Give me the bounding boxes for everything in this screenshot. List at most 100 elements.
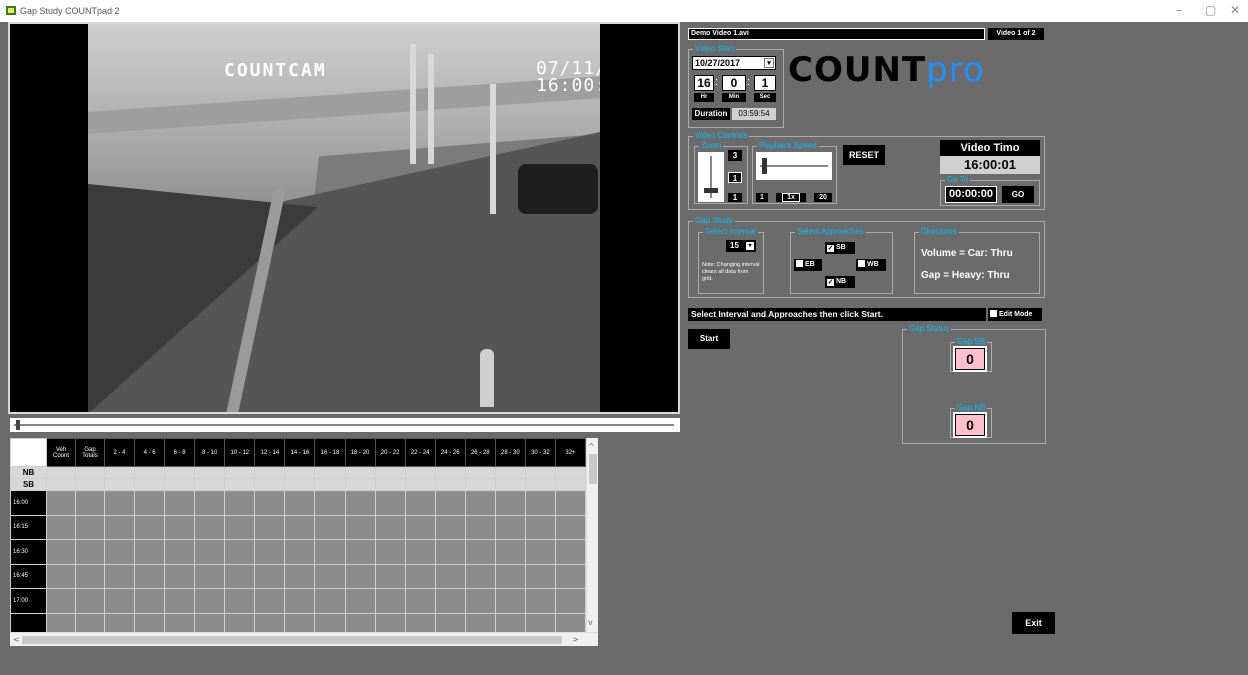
grid-cell[interactable] bbox=[344, 478, 376, 491]
grid-cell[interactable] bbox=[314, 588, 346, 614]
grid-cell[interactable] bbox=[464, 466, 496, 479]
checkbox-icon[interactable] bbox=[796, 260, 803, 267]
grid-cell[interactable] bbox=[46, 588, 76, 614]
grid-cell[interactable] bbox=[464, 588, 496, 614]
start-minute-field[interactable]: 0 bbox=[722, 75, 746, 91]
grid-cell[interactable] bbox=[224, 563, 256, 589]
grid-cell[interactable] bbox=[344, 588, 376, 614]
zoom-slider[interactable] bbox=[698, 152, 724, 202]
grid-cell[interactable] bbox=[224, 588, 256, 614]
start-second-field[interactable]: 1 bbox=[754, 75, 776, 91]
grid-cell[interactable] bbox=[164, 539, 196, 565]
grid-cell[interactable] bbox=[254, 478, 286, 491]
grid-cell[interactable] bbox=[494, 563, 526, 589]
playback-speed-thumb[interactable] bbox=[762, 158, 767, 174]
checkbox-icon[interactable] bbox=[990, 310, 997, 317]
grid-cell[interactable] bbox=[434, 490, 466, 516]
grid-cell[interactable] bbox=[46, 466, 76, 479]
grid-cell[interactable] bbox=[254, 588, 286, 614]
grid-cell[interactable] bbox=[494, 588, 526, 614]
grid-cell[interactable] bbox=[254, 563, 286, 589]
grid-cell[interactable] bbox=[194, 478, 226, 491]
grid-cell[interactable] bbox=[464, 490, 496, 516]
checkbox-icon[interactable]: ✓ bbox=[827, 245, 834, 252]
grid-cell[interactable] bbox=[314, 563, 346, 589]
grid-cell[interactable] bbox=[374, 478, 406, 491]
grid-cell[interactable] bbox=[254, 466, 286, 479]
grid-cell[interactable] bbox=[103, 490, 136, 516]
maximize-button[interactable]: ▢ bbox=[1205, 3, 1216, 17]
grid-cell[interactable] bbox=[224, 539, 256, 565]
grid-cell[interactable] bbox=[103, 514, 136, 540]
grid-cell[interactable] bbox=[284, 539, 316, 565]
grid-cell[interactable] bbox=[284, 514, 316, 540]
grid-cell[interactable] bbox=[134, 539, 166, 565]
reset-button[interactable]: RESET bbox=[843, 145, 885, 165]
edit-mode-checkbox[interactable]: Edit Mode bbox=[988, 308, 1042, 321]
checkbox-icon[interactable]: ✓ bbox=[827, 279, 834, 286]
grid-cell[interactable] bbox=[75, 466, 105, 479]
grid-cell[interactable] bbox=[524, 563, 556, 589]
grid-horizontal-scrollbar[interactable] bbox=[10, 632, 598, 646]
grid-cell[interactable] bbox=[194, 514, 226, 540]
go-button[interactable]: GO bbox=[1002, 186, 1034, 203]
grid-cell[interactable] bbox=[194, 588, 226, 614]
zoom-slider-thumb[interactable] bbox=[704, 188, 718, 193]
grid-cell[interactable] bbox=[434, 539, 466, 565]
grid-cell[interactable] bbox=[464, 478, 496, 491]
grid-cell[interactable] bbox=[314, 478, 346, 491]
grid-cell[interactable] bbox=[284, 490, 316, 516]
approach-nb-checkbox[interactable]: ✓ NB bbox=[825, 276, 855, 288]
scroll-right-arrow-icon[interactable]: > bbox=[572, 635, 579, 644]
grid-cell[interactable] bbox=[224, 478, 256, 491]
grid-cell[interactable] bbox=[75, 490, 105, 516]
grid-cell[interactable] bbox=[46, 563, 76, 589]
grid-cell[interactable] bbox=[464, 539, 496, 565]
grid-cell[interactable] bbox=[344, 563, 376, 589]
grid-cell[interactable] bbox=[194, 563, 226, 589]
video-seek-slider[interactable] bbox=[10, 418, 680, 432]
grid-cell[interactable] bbox=[374, 588, 406, 614]
grid-cell[interactable] bbox=[554, 588, 587, 614]
grid-cell[interactable] bbox=[164, 563, 196, 589]
grid-cell[interactable] bbox=[194, 490, 226, 516]
grid-cell[interactable] bbox=[374, 539, 406, 565]
grid-cell[interactable] bbox=[134, 478, 166, 491]
grid-cell[interactable] bbox=[75, 478, 105, 491]
seek-thumb[interactable] bbox=[16, 420, 20, 430]
grid-cell[interactable] bbox=[494, 478, 526, 491]
grid-cell[interactable] bbox=[494, 466, 526, 479]
grid-cell[interactable] bbox=[404, 563, 436, 589]
grid-cell[interactable] bbox=[404, 539, 436, 565]
grid-cell[interactable] bbox=[314, 539, 346, 565]
grid-cell[interactable] bbox=[314, 514, 346, 540]
grid-cell[interactable] bbox=[75, 539, 105, 565]
grid-cell[interactable] bbox=[464, 563, 496, 589]
grid-cell[interactable] bbox=[224, 466, 256, 479]
grid-cell[interactable] bbox=[374, 466, 406, 479]
grid-cell[interactable] bbox=[494, 539, 526, 565]
grid-cell[interactable] bbox=[404, 490, 436, 516]
grid-cell[interactable] bbox=[254, 490, 286, 516]
grid-cell[interactable] bbox=[103, 588, 136, 614]
approach-eb-checkbox[interactable]: EB bbox=[794, 259, 822, 271]
grid-cell[interactable] bbox=[284, 478, 316, 491]
grid-cell[interactable] bbox=[134, 514, 166, 540]
grid-cell[interactable] bbox=[164, 514, 196, 540]
grid-cell[interactable] bbox=[164, 588, 196, 614]
grid-cell[interactable] bbox=[46, 539, 76, 565]
grid-cell[interactable] bbox=[434, 514, 466, 540]
grid-cell[interactable] bbox=[344, 490, 376, 516]
grid-cell[interactable] bbox=[164, 478, 196, 491]
playback-speed-slider[interactable] bbox=[756, 152, 832, 180]
start-hour-field[interactable]: 16 bbox=[694, 75, 714, 91]
exit-button[interactable]: Exit bbox=[1012, 612, 1055, 634]
grid-cell[interactable] bbox=[374, 563, 406, 589]
grid-cell[interactable] bbox=[434, 588, 466, 614]
grid-cell[interactable] bbox=[314, 490, 346, 516]
grid-cell[interactable] bbox=[284, 466, 316, 479]
interval-select[interactable]: 15 ▾ bbox=[726, 240, 756, 252]
grid-cell[interactable] bbox=[164, 466, 196, 479]
grid-cell[interactable] bbox=[404, 588, 436, 614]
video-start-date-picker[interactable]: 10/27/2017 ▾ bbox=[692, 56, 776, 70]
